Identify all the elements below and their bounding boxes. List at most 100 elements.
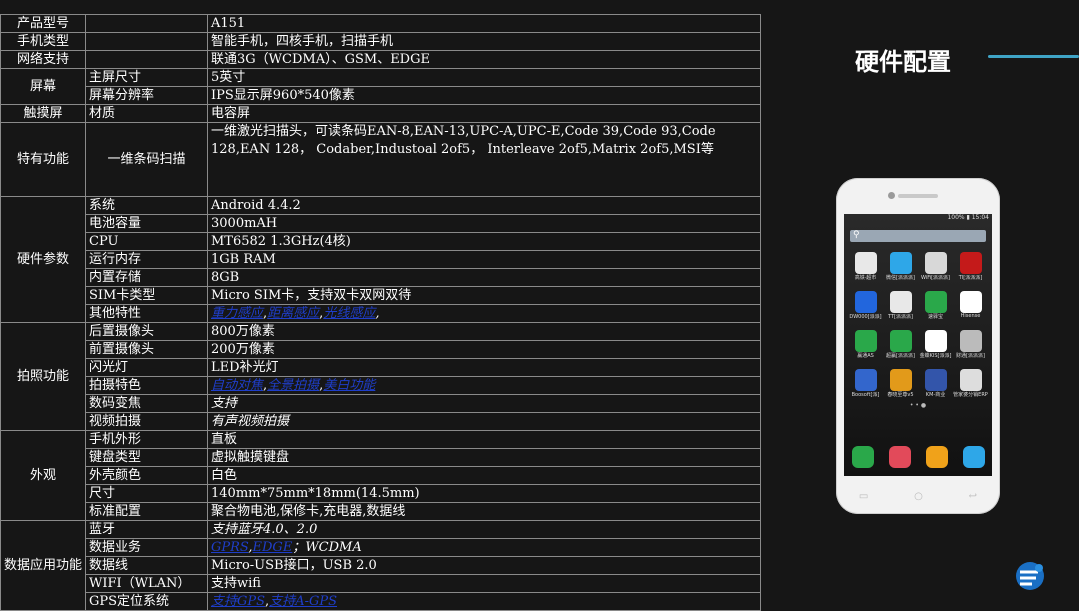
spec-name-cell: 内置存储 xyxy=(85,268,208,287)
spec-name-cell: 电池容量 xyxy=(85,214,208,233)
spec-name-cell: 系统 xyxy=(85,196,208,215)
feature-link[interactable]: 自动对焦 xyxy=(211,378,263,393)
phone-app-icon: TI[派派派] xyxy=(953,252,988,281)
spec-value-cell: A151 xyxy=(207,14,761,33)
phone-app-icon: 超赢[派派派] xyxy=(883,330,918,359)
app-icon xyxy=(854,330,877,352)
app-icon xyxy=(959,291,982,313)
table-row: 内置存储 8GB xyxy=(1,268,761,287)
table-row: 硬件参数 系统 Android 4.4.2 xyxy=(0,196,761,323)
feature-link[interactable]: 光线感应 xyxy=(323,306,375,321)
feature-link[interactable]: 全景拍摄 xyxy=(267,378,319,393)
phone-app-icon: TT[派派派] xyxy=(883,291,918,320)
spec-value-cell: 800万像素 xyxy=(207,322,761,341)
dock-app-icon xyxy=(888,446,911,468)
dock-app-icon xyxy=(962,446,985,468)
table-row: 拍照功能 后置摄像头 800万像素 xyxy=(0,322,761,431)
feature-link[interactable]: GPRS xyxy=(211,540,248,555)
spec-value-cell: 140mm*75mm*18mm(14.5mm) xyxy=(207,484,761,503)
spec-name-cell: WIFI（WLAN） xyxy=(85,574,208,593)
spec-value-cell: 聚合物电池,保修卡,充电器,数据线 xyxy=(207,502,761,521)
phone-nav-buttons: ▭ ○ ↩ xyxy=(836,491,1000,502)
app-label: Boosoft[派] xyxy=(851,392,880,398)
spec-value-cell: GPRS,EDGE；WCDMA xyxy=(207,538,761,557)
table-row: 屏幕分辨率 IPS显示屏960*540像素 xyxy=(1,86,761,105)
spec-name-cell: 一维条码扫描 xyxy=(85,122,208,197)
category-cell: 网络支持 xyxy=(0,50,86,69)
spec-value-cell: 白色 xyxy=(207,466,761,485)
title-accent-line xyxy=(988,55,1079,58)
spec-name-cell: 数据线 xyxy=(85,556,208,575)
spec-name-cell: 主屏尺寸 xyxy=(85,68,208,87)
app-icon xyxy=(889,252,912,274)
spec-name-cell: 材质 xyxy=(85,104,208,123)
app-label: 金蝶KIS[派派] xyxy=(919,353,952,359)
spec-value-cell: 重力感应,距离感应,光线感应, xyxy=(207,304,761,323)
spec-name-cell: 尺寸 xyxy=(85,484,208,503)
feature-link[interactable]: EDGE xyxy=(253,540,293,555)
table-row: 标准配置 聚合物电池,保修卡,充电器,数据线 xyxy=(1,502,761,521)
table-row: 前置摄像头 200万像素 xyxy=(1,340,761,359)
spec-value-cell: 智能手机，四核手机，扫描手机 xyxy=(207,32,761,51)
app-icon xyxy=(854,252,877,274)
spec-value-cell: 直板 xyxy=(207,430,761,449)
app-label: 高铁·超市 xyxy=(854,275,877,281)
table-row: 产品型号 A151 xyxy=(0,14,761,33)
category-cell: 外观 xyxy=(0,430,86,521)
spec-name-cell: 手机外形 xyxy=(85,430,208,449)
spec-value-cell: 一维激光扫描头，可读条码EAN-8,EAN-13,UPC-A,UPC-E,Cod… xyxy=(207,122,761,197)
feature-link[interactable]: 美白功能 xyxy=(323,378,375,393)
app-label: 速驿宝 xyxy=(927,314,943,320)
feature-link[interactable]: 距离感应 xyxy=(267,306,319,321)
table-row: 电池容量 3000mAH xyxy=(1,214,761,233)
spec-value-cell: 支持GPS,支持A-GPS xyxy=(207,592,761,611)
table-row: 拍摄特色 自动对焦,全景拍摄,美白功能 xyxy=(1,376,761,395)
value-suffix: ；WCDMA xyxy=(292,540,362,555)
app-label: TT[派派派] xyxy=(888,314,913,320)
spec-name-cell: 键盘类型 xyxy=(85,448,208,467)
category-cell: 拍照功能 xyxy=(0,322,86,431)
app-label: 赢通AS xyxy=(857,353,874,359)
phone-image: 100% ▮ 15:04 ⚲ 高铁·超市 微信[派派派] WiFi[派派派] TI[派… xyxy=(836,178,1000,514)
table-row: 手机类型 智能手机，四核手机，扫描手机 xyxy=(0,32,761,51)
table-row: 屏幕 主屏尺寸 5英寸 xyxy=(0,68,761,105)
spec-name-cell: 蓝牙 xyxy=(85,520,208,539)
page-indicator: • • ● xyxy=(909,402,927,409)
spec-name-cell: 拍摄特色 xyxy=(85,376,208,395)
app-icon xyxy=(959,252,982,274)
table-row: 网络支持 联通3G（WCDMA）、GSM、EDGE xyxy=(0,50,761,69)
table-row: 视频拍摄 有声视频拍摄 xyxy=(1,412,761,431)
spec-value-cell: 200万像素 xyxy=(207,340,761,359)
app-label: 管家婆分销ERP xyxy=(953,392,988,398)
spec-value-cell: 1GB RAM xyxy=(207,250,761,269)
section-title: 硬件配置 xyxy=(855,48,951,76)
table-row: 键盘类型 虚拟触摸键盘 xyxy=(1,448,761,467)
table-row: CPU MT6582 1.3GHz(4核) xyxy=(1,232,761,251)
phone-app-icon: 速驿宝 xyxy=(918,291,953,320)
spec-value-cell: IPS显示屏960*540像素 xyxy=(207,86,761,105)
feature-link[interactable]: 重力感应 xyxy=(211,306,263,321)
spec-name-cell: SIM卡类型 xyxy=(85,286,208,305)
spec-name-cell: 数据业务 xyxy=(85,538,208,557)
phone-screen: 100% ▮ 15:04 ⚲ 高铁·超市 微信[派派派] WiFi[派派派] TI[派… xyxy=(844,214,992,476)
spec-value-cell: 8GB xyxy=(207,268,761,287)
phone-search-bar: ⚲ xyxy=(850,230,986,242)
table-row: 外观 手机外形 直板 xyxy=(0,430,761,521)
category-cell: 产品型号 xyxy=(0,14,86,33)
spec-name-cell: 屏幕分辨率 xyxy=(85,86,208,105)
spec-name-cell: 其他特性 xyxy=(85,304,208,323)
spec-name-cell: 数码变焦 xyxy=(85,394,208,413)
phone-app-icon: 管家婆分销ERP xyxy=(953,369,988,398)
spec-value-cell: LED补光灯 xyxy=(207,358,761,377)
earpiece-speaker xyxy=(898,194,938,198)
table-row: 运行内存 1GB RAM xyxy=(1,250,761,269)
table-row: 数据应用功能 蓝牙 支持蓝牙4.0、2.0 xyxy=(0,520,761,611)
phone-app-icon: Hisense xyxy=(953,291,988,320)
table-row: 其他特性 重力感应,距离感应,光线感应, xyxy=(1,304,761,323)
app-label: 超赢[派派派] xyxy=(886,353,915,359)
spec-value-cell: Android 4.4.2 xyxy=(207,196,761,215)
app-icon xyxy=(924,330,947,352)
category-cell: 数据应用功能 xyxy=(0,520,86,611)
app-icon xyxy=(889,330,912,352)
spec-value-cell: 支持wifi xyxy=(207,574,761,593)
